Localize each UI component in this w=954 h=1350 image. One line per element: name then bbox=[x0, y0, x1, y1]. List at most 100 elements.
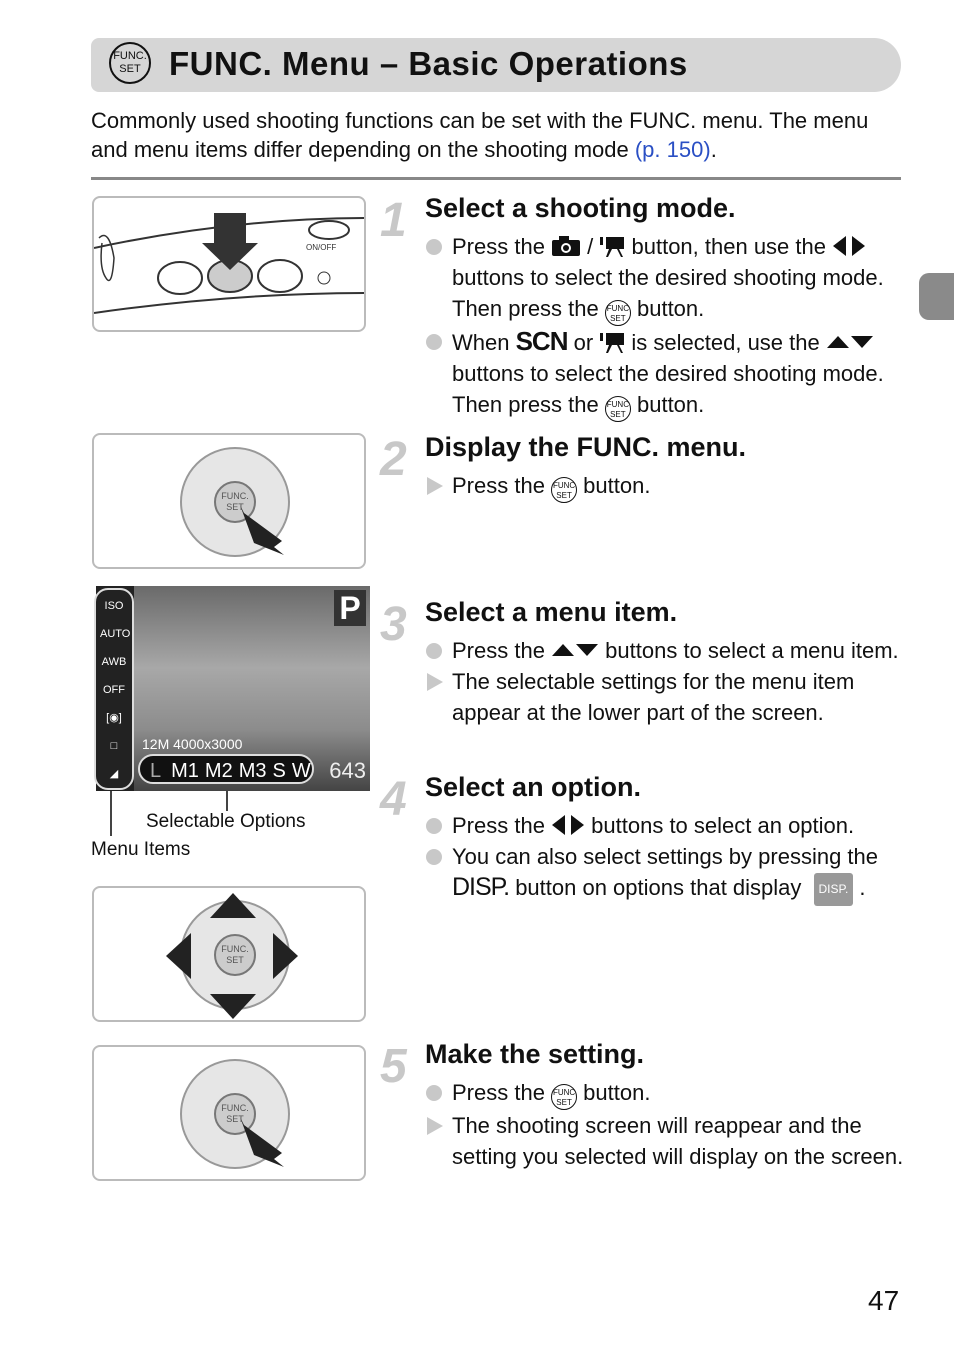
intro-end: . bbox=[710, 137, 717, 162]
left-right-icon bbox=[832, 234, 866, 259]
shots-remaining: 643 bbox=[329, 758, 366, 783]
item-text: Press the bbox=[452, 813, 552, 838]
step-title: Select an option. bbox=[425, 772, 642, 802]
item-text: . bbox=[853, 875, 866, 900]
bullet-icon bbox=[426, 239, 442, 255]
option-s: S bbox=[272, 760, 286, 782]
result-arrow-icon bbox=[427, 477, 443, 495]
menu-items-caption: Menu Items bbox=[91, 839, 191, 860]
item-text: buttons to select a menu item. bbox=[599, 638, 899, 663]
instruction-item: You can also select settings by pressing… bbox=[425, 841, 905, 906]
menu-item-drive: □ bbox=[110, 740, 118, 752]
item-text: Press the bbox=[452, 638, 552, 663]
result-arrow-icon bbox=[427, 1117, 443, 1135]
up-down-icon bbox=[826, 330, 874, 355]
item-text: button. bbox=[577, 473, 651, 498]
bullet-icon bbox=[426, 643, 442, 659]
four-way-illustration: FUNC. SET bbox=[92, 886, 366, 1022]
menu-item-wb: AWB bbox=[101, 656, 127, 668]
left-right-icon bbox=[551, 813, 585, 838]
item-text: Press the bbox=[452, 473, 552, 498]
divider bbox=[91, 177, 901, 180]
menu-item-iso: ISO AUTO bbox=[100, 600, 131, 640]
item-text: Press the bbox=[452, 1080, 552, 1105]
item-text: is selected, use the bbox=[625, 330, 826, 355]
step-number: 5 bbox=[380, 1040, 407, 1093]
page-number: 47 bbox=[868, 1285, 900, 1316]
size-info: 12M 4000x3000 bbox=[142, 736, 243, 752]
item-text: The shooting screen will reappear and th… bbox=[452, 1113, 904, 1169]
item-text: button on options that display bbox=[509, 875, 808, 900]
intro-text: Commonly used shooting functions can be … bbox=[91, 106, 901, 164]
item-text: You can also select settings by pressing… bbox=[452, 844, 879, 869]
item-text: / bbox=[581, 234, 600, 259]
leader-line bbox=[110, 791, 112, 836]
func-icon: FUNC SET bbox=[551, 1080, 578, 1110]
step-number: 2 bbox=[380, 433, 407, 486]
option-m2: M2 bbox=[204, 760, 233, 782]
instruction-item: Press the buttons to select an option. bbox=[425, 810, 905, 841]
func-press-illustration: FUNC. SET bbox=[92, 433, 366, 569]
result-arrow-icon bbox=[427, 673, 443, 691]
option-w: W bbox=[291, 760, 311, 782]
result-item: The selectable settings for the menu ite… bbox=[425, 666, 905, 728]
func-press-illustration-2: FUNC. SET bbox=[92, 1045, 366, 1181]
options-row: L M1 M2 M3 S W bbox=[138, 754, 314, 784]
option-m3: M3 bbox=[238, 760, 267, 782]
item-text: button. bbox=[630, 392, 705, 417]
step-number: 3 bbox=[380, 598, 407, 651]
result-item: The shooting screen will reappear and th… bbox=[425, 1110, 905, 1172]
item-text: The selectable settings for the menu ite… bbox=[452, 669, 855, 725]
page-title: FUNC. Menu – Basic Operations bbox=[169, 45, 688, 82]
func-icon: FUNC SET bbox=[604, 296, 631, 326]
step-number: 4 bbox=[380, 773, 407, 826]
step-number: 1 bbox=[380, 194, 407, 247]
page-link[interactable]: (p. 150) bbox=[635, 137, 711, 162]
on-off-label: ON/OFF bbox=[306, 243, 336, 252]
intro-body: Commonly used shooting functions can be … bbox=[91, 108, 869, 162]
mode-p-badge: P bbox=[334, 590, 366, 626]
disp-icon: DISP. bbox=[452, 873, 510, 901]
instruction-item: Press the / button, then use the buttons… bbox=[425, 231, 905, 326]
step-title: Select a shooting mode. bbox=[425, 193, 736, 223]
menu-item-flash-comp: OFF bbox=[103, 684, 125, 696]
bullet-icon bbox=[426, 818, 442, 834]
up-down-icon bbox=[551, 638, 599, 663]
step-title: Make the setting. bbox=[425, 1039, 645, 1069]
lcd-screen-illustration: ISO AUTO AWB OFF [◉] □ ◢ L P 12M 4000x30… bbox=[94, 586, 370, 808]
selectable-options-caption: Selectable Options bbox=[146, 811, 306, 832]
title-bar: FUNC. SET FUNC. Menu – Basic Operations bbox=[91, 38, 901, 92]
section-tab bbox=[919, 273, 954, 320]
option-l: L bbox=[150, 760, 162, 782]
item-text: button. bbox=[577, 1080, 651, 1105]
camera-icon bbox=[551, 234, 581, 259]
instruction-item: When SCN or is selected, use the buttons… bbox=[425, 326, 905, 422]
instruction-item: Press the FUNC SET button. bbox=[425, 1077, 905, 1110]
bullet-icon bbox=[426, 849, 442, 865]
item-text: button. bbox=[630, 296, 705, 321]
result-item: Press the FUNC SET button. bbox=[425, 470, 905, 503]
disp-badge-icon: DISP. bbox=[808, 873, 854, 906]
func-icon: FUNC SET bbox=[551, 473, 578, 503]
menu-item-quality: ◢ bbox=[109, 768, 119, 780]
leader-line bbox=[226, 791, 228, 811]
option-m1: M1 bbox=[171, 760, 199, 782]
manual-page: FUNC. SET FUNC. Menu – Basic Operations C… bbox=[0, 0, 954, 1350]
scn-icon: SCN bbox=[515, 326, 569, 356]
func-icon: FUNC SET bbox=[604, 392, 631, 422]
item-text: buttons to select an option. bbox=[585, 813, 855, 838]
step-title: Select a menu item. bbox=[425, 597, 678, 627]
instruction-item: Press the buttons to select a menu item. bbox=[425, 635, 905, 666]
item-text: When bbox=[452, 330, 516, 355]
bullet-icon bbox=[426, 1085, 442, 1101]
movie-icon bbox=[599, 234, 625, 259]
camera-top-illustration: ON/OFF bbox=[92, 196, 366, 332]
bullet-icon bbox=[426, 334, 442, 350]
step-title: Display the FUNC. menu. bbox=[425, 432, 747, 462]
item-text: or bbox=[567, 330, 600, 355]
func-set-icon: FUNC. SET bbox=[109, 42, 151, 84]
item-text: Press the bbox=[452, 234, 552, 259]
movie-icon bbox=[599, 330, 625, 355]
item-text: button, then use the bbox=[625, 234, 833, 259]
menu-item-metering: [◉] bbox=[106, 712, 122, 724]
